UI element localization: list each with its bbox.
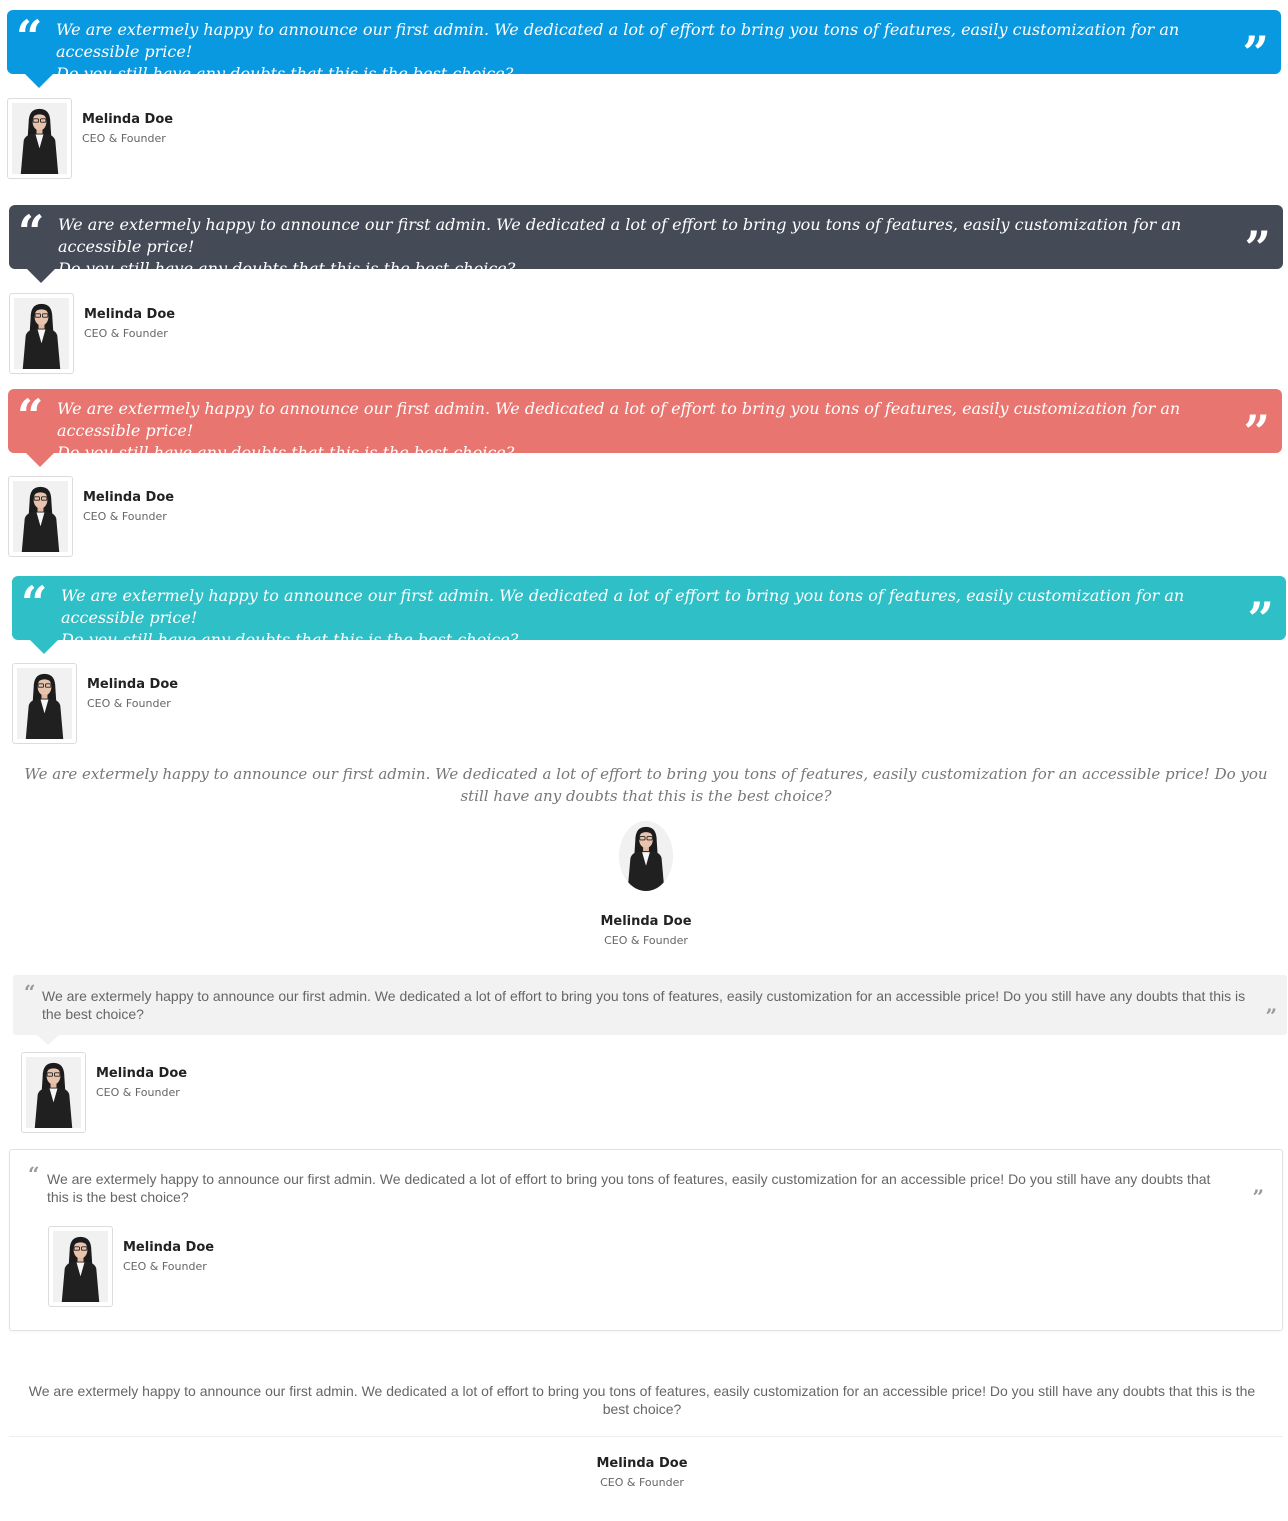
quote-text: We are extermely happy to announce our f… [47, 1171, 1211, 1205]
person-photo-icon [53, 1231, 108, 1302]
close-quote-icon: ” [1244, 221, 1271, 275]
quote-text: We are extermely happy to announce our f… [57, 399, 1181, 462]
author-name: Melinda Doe [87, 677, 179, 692]
avatar [7, 98, 72, 179]
author-name: Melinda Doe [596, 1456, 688, 1471]
person-photo-icon [14, 298, 69, 369]
author-role: CEO & Founder [84, 327, 168, 340]
close-quote-icon: ” [1243, 405, 1270, 459]
close-quote-icon: ” [1242, 26, 1269, 80]
person-photo-icon [17, 668, 72, 739]
quote-text: We are extermely happy to announce our f… [24, 765, 1268, 805]
author-name: Melinda Doe [123, 1240, 215, 1255]
avatar [21, 1052, 86, 1133]
avatar [48, 1226, 113, 1307]
author-role: CEO & Founder [83, 510, 167, 523]
person-photo-icon [12, 103, 67, 174]
open-quote-icon: “ [16, 10, 43, 64]
quote-bubble-coral: “ We are extermely happy to announce our… [8, 389, 1282, 467]
open-quote-icon: “ [28, 1162, 40, 1186]
close-quote-icon: ” [1265, 1004, 1277, 1028]
divider [9, 1436, 1283, 1437]
author-role: CEO & Founder [82, 132, 166, 145]
person-photo-icon [26, 1057, 81, 1128]
person-photo-icon [13, 481, 68, 552]
quote-text: We are extermely happy to announce our f… [42, 988, 1246, 1022]
author-name: Melinda Doe [600, 914, 692, 929]
avatar [12, 663, 77, 744]
testimonial-bordered-box: “ We are extermely happy to announce our… [9, 1149, 1283, 1331]
close-quote-icon: ” [1247, 592, 1274, 646]
open-quote-icon: “ [18, 205, 45, 259]
quote-bubble-gray: “ We are extermely happy to announce our… [13, 975, 1287, 1045]
quote-bubble-teal: “ We are extermely happy to announce our… [12, 576, 1286, 654]
avatar-round [619, 821, 673, 891]
avatar [8, 476, 73, 557]
author-name: Melinda Doe [84, 307, 176, 322]
author-name: Melinda Doe [83, 490, 175, 505]
author-name: Melinda Doe [96, 1066, 188, 1081]
author-role: CEO & Founder [87, 697, 171, 710]
close-quote-icon: ” [1252, 1185, 1264, 1209]
quote-bubble-blue: “ We are extermely happy to announce our… [7, 10, 1281, 88]
author-role: CEO & Founder [123, 1260, 207, 1273]
open-quote-icon: “ [21, 576, 48, 630]
quote-text: We are extermely happy to announce our f… [61, 586, 1185, 649]
open-quote-icon: “ [17, 389, 44, 443]
author-role: CEO & Founder [96, 1086, 180, 1099]
author-role: CEO & Founder [600, 1476, 684, 1489]
avatar [9, 293, 74, 374]
open-quote-icon: “ [24, 980, 36, 1004]
quote-text: We are extermely happy to announce our f… [58, 215, 1182, 278]
quote-bubble-dark: “ We are extermely happy to announce our… [9, 205, 1283, 283]
author-name: Melinda Doe [82, 112, 174, 127]
quote-text: We are extermely happy to announce our f… [28, 1383, 1256, 1417]
person-photo-icon [619, 821, 673, 891]
author-role: CEO & Founder [604, 934, 688, 947]
quote-text: We are extermely happy to announce our f… [56, 20, 1180, 83]
